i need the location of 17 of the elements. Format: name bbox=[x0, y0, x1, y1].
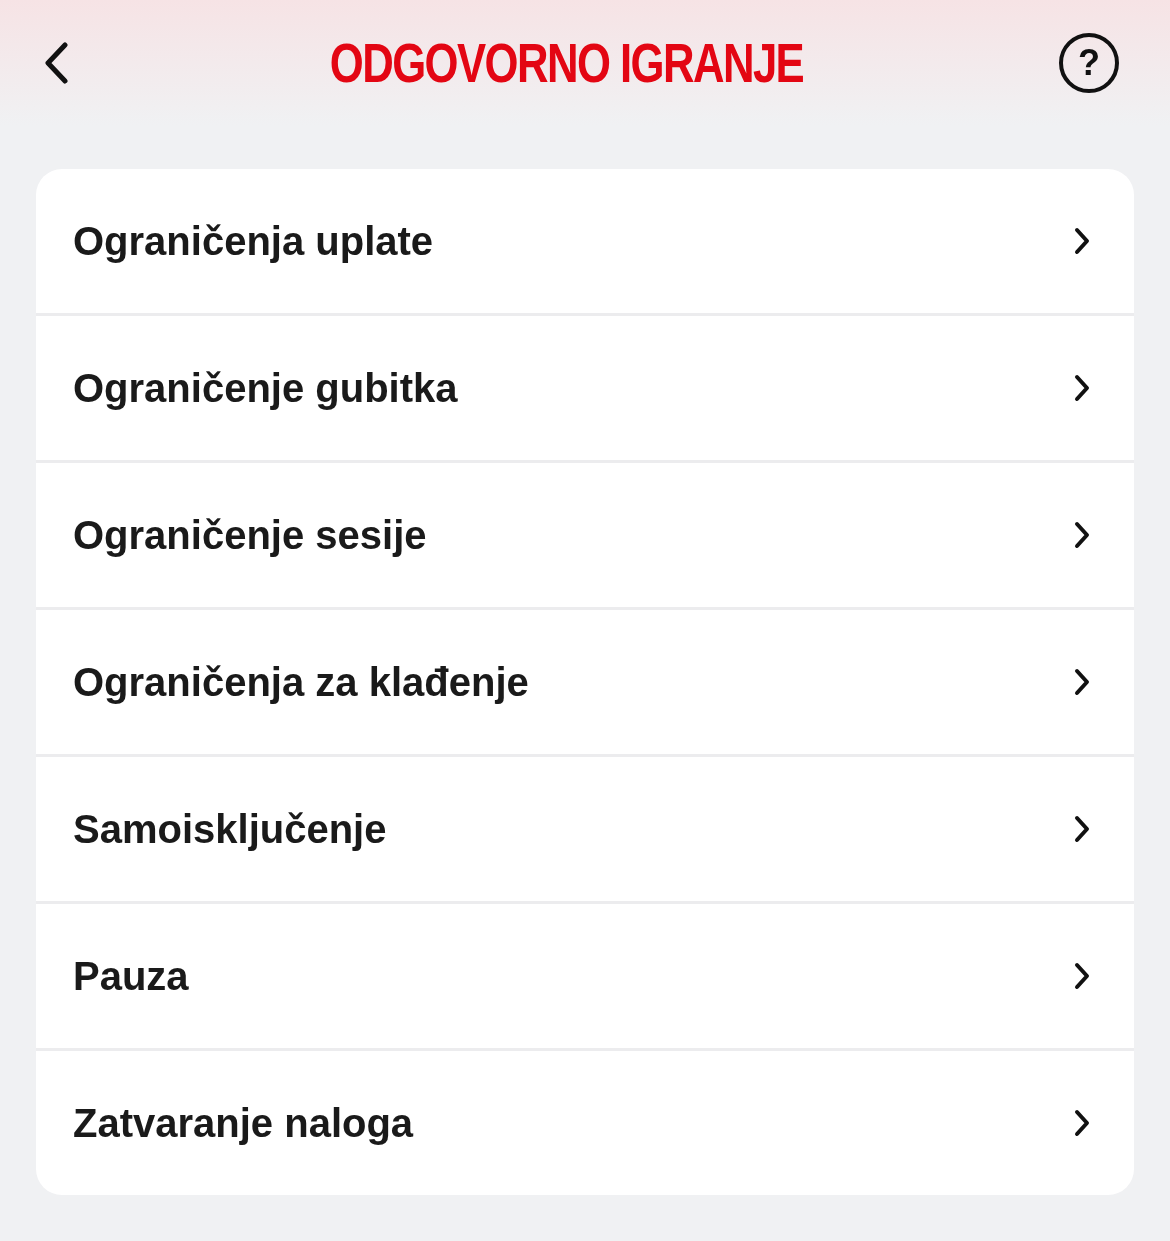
chevron-right-icon bbox=[1074, 668, 1090, 696]
chevron-right-icon bbox=[1074, 374, 1090, 402]
menu-item[interactable]: Zatvaranje naloga bbox=[36, 1048, 1134, 1195]
back-icon bbox=[43, 41, 69, 84]
menu-item[interactable]: Ograničenje sesije bbox=[36, 460, 1134, 607]
menu-item[interactable]: Ograničenja uplate bbox=[36, 169, 1134, 313]
chevron-right-icon bbox=[1074, 521, 1090, 549]
chevron-right-icon bbox=[1074, 227, 1090, 255]
chevron-right-icon bbox=[1074, 1109, 1090, 1137]
menu-item[interactable]: Pauza bbox=[36, 901, 1134, 1048]
help-button[interactable]: ? bbox=[1059, 32, 1119, 93]
menu-item[interactable]: Ograničenje gubitka bbox=[36, 313, 1134, 460]
menu-item[interactable]: Samoisključenje bbox=[36, 754, 1134, 901]
page-title: ODGOVORNO IGRANJE bbox=[329, 30, 804, 95]
chevron-right-icon bbox=[1074, 962, 1090, 990]
chevron-right-icon bbox=[1074, 815, 1090, 843]
menu-item[interactable]: Ograničenja za klađenje bbox=[36, 607, 1134, 754]
